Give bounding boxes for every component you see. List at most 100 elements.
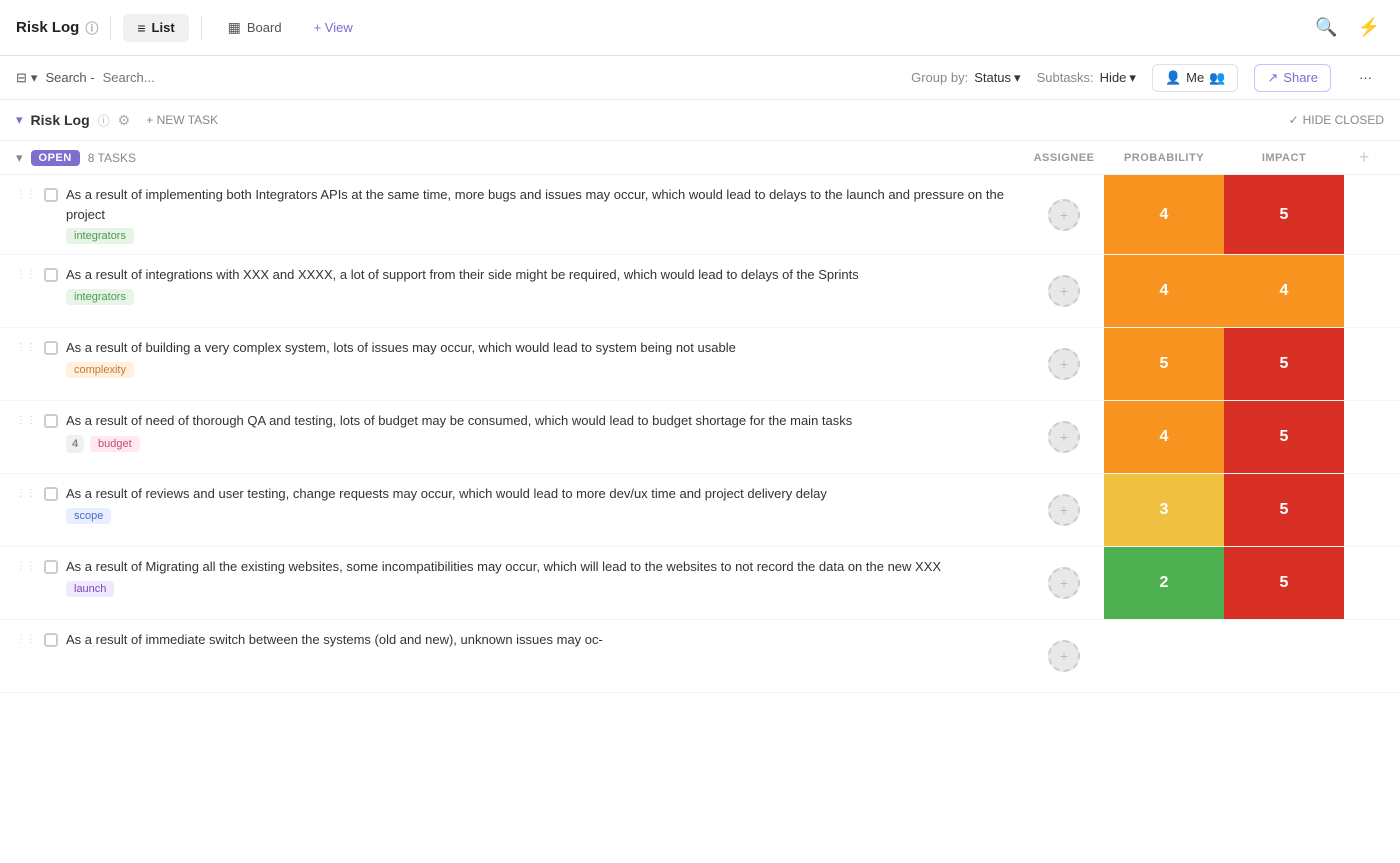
task-assignee[interactable]: + bbox=[1024, 401, 1104, 473]
avatar[interactable]: + bbox=[1048, 421, 1080, 453]
add-view-button[interactable]: + View bbox=[304, 14, 363, 41]
drag-handle[interactable]: ⋮⋮ bbox=[16, 634, 36, 645]
task-details: As a result of integrations with XXX and… bbox=[66, 265, 1024, 305]
task-tags: complexity bbox=[66, 362, 1024, 378]
table-row: ⋮⋮ As a result of implementing both Inte… bbox=[0, 175, 1400, 255]
avatar[interactable]: + bbox=[1048, 494, 1080, 526]
list-icon: ≡ bbox=[137, 20, 145, 36]
task-col-add bbox=[1344, 175, 1384, 254]
task-probability: 4 bbox=[1104, 255, 1224, 327]
task-checkbox[interactable] bbox=[44, 341, 58, 355]
task-tag-integrators[interactable]: integrators bbox=[66, 289, 134, 305]
probability-cell: 4 bbox=[1104, 255, 1224, 327]
col-header-probability: PROBABILITY bbox=[1104, 152, 1224, 164]
hide-closed-button[interactable]: ✓ HIDE CLOSED bbox=[1289, 113, 1384, 127]
task-checkbox[interactable] bbox=[44, 560, 58, 574]
task-text[interactable]: As a result of immediate switch between … bbox=[66, 630, 1024, 650]
task-checkbox[interactable] bbox=[44, 188, 58, 202]
me-button[interactable]: 👤 Me 👥 bbox=[1152, 64, 1238, 92]
nav-divider-1 bbox=[110, 16, 111, 40]
task-assignee[interactable]: + bbox=[1024, 474, 1104, 546]
avatar[interactable]: + bbox=[1048, 275, 1080, 307]
col-header-task: ▾ OPEN 8 TASKS bbox=[16, 150, 1024, 166]
task-assignee[interactable]: + bbox=[1024, 547, 1104, 619]
probability-cell bbox=[1104, 620, 1224, 692]
lightning-icon[interactable]: ⚡ bbox=[1354, 13, 1384, 42]
task-probability bbox=[1104, 620, 1224, 692]
task-tag-integrators[interactable]: integrators bbox=[66, 228, 134, 244]
share-button[interactable]: ↗ Share bbox=[1254, 64, 1331, 92]
task-tags: integrators bbox=[66, 289, 1024, 305]
subtasks-value[interactable]: Hide ▾ bbox=[1100, 70, 1136, 86]
more-button[interactable]: ··· bbox=[1347, 65, 1384, 90]
avatar[interactable]: + bbox=[1048, 640, 1080, 672]
task-tag-launch[interactable]: launch bbox=[66, 581, 114, 597]
drag-handle[interactable]: ⋮⋮ bbox=[16, 561, 36, 572]
risk-log-info-icon[interactable]: ⓘ bbox=[98, 112, 110, 129]
task-text[interactable]: As a result of implementing both Integra… bbox=[66, 185, 1024, 224]
task-badge: 4 bbox=[66, 435, 84, 453]
task-impact: 5 bbox=[1224, 474, 1344, 546]
task-text[interactable]: As a result of reviews and user testing,… bbox=[66, 484, 1024, 504]
task-details: As a result of immediate switch between … bbox=[66, 630, 1024, 654]
risk-log-header: ▾ Risk Log ⓘ ⚙ + NEW TASK ✓ HIDE CLOSED bbox=[0, 100, 1400, 141]
task-col-add bbox=[1344, 620, 1384, 692]
drag-handle[interactable]: ⋮⋮ bbox=[16, 342, 36, 353]
col-header-assignee: ASSIGNEE bbox=[1024, 152, 1104, 164]
task-text[interactable]: As a result of Migrating all the existin… bbox=[66, 557, 1024, 577]
avatar[interactable]: + bbox=[1048, 199, 1080, 231]
task-content-area: ⋮⋮ As a result of implementing both Inte… bbox=[16, 175, 1024, 254]
group-by-label: Group by: bbox=[911, 70, 968, 85]
col-header-add[interactable]: + bbox=[1344, 147, 1384, 168]
new-task-button[interactable]: + NEW TASK bbox=[138, 110, 226, 130]
drag-handle[interactable]: ⋮⋮ bbox=[16, 269, 36, 280]
task-impact bbox=[1224, 620, 1344, 692]
filter-button[interactable]: ⊟ ▾ bbox=[16, 70, 37, 86]
impact-cell: 5 bbox=[1224, 401, 1344, 473]
task-probability: 3 bbox=[1104, 474, 1224, 546]
drag-handle[interactable]: ⋮⋮ bbox=[16, 415, 36, 426]
top-nav: Risk Log ⓘ ≡ List ▦ Board + View 🔍 ⚡ bbox=[0, 0, 1400, 56]
task-impact: 4 bbox=[1224, 255, 1344, 327]
open-collapse-icon[interactable]: ▾ bbox=[16, 150, 23, 166]
drag-handle[interactable]: ⋮⋮ bbox=[16, 189, 36, 200]
tab-board[interactable]: ▦ Board bbox=[214, 13, 296, 42]
collapse-icon[interactable]: ▾ bbox=[16, 112, 23, 128]
task-assignee[interactable]: + bbox=[1024, 328, 1104, 400]
task-impact: 5 bbox=[1224, 547, 1344, 619]
task-details: As a result of implementing both Integra… bbox=[66, 185, 1024, 244]
task-tag-budget[interactable]: budget bbox=[90, 436, 140, 452]
task-tag-complexity[interactable]: complexity bbox=[66, 362, 134, 378]
task-checkbox[interactable] bbox=[44, 633, 58, 647]
risk-log-gear-icon[interactable]: ⚙ bbox=[118, 112, 131, 129]
task-checkbox[interactable] bbox=[44, 268, 58, 282]
col-header-impact: IMPACT bbox=[1224, 152, 1344, 164]
project-info-icon[interactable]: ⓘ bbox=[85, 18, 98, 37]
me-group-icon: 👥 bbox=[1209, 70, 1225, 86]
tab-list[interactable]: ≡ List bbox=[123, 14, 188, 42]
probability-cell: 5 bbox=[1104, 328, 1224, 400]
task-assignee[interactable]: + bbox=[1024, 620, 1104, 692]
table-row: ⋮⋮ As a result of immediate switch betwe… bbox=[0, 620, 1400, 693]
group-by-chevron: ▾ bbox=[1014, 70, 1021, 86]
task-assignee[interactable]: + bbox=[1024, 175, 1104, 254]
task-checkbox[interactable] bbox=[44, 487, 58, 501]
add-column-icon[interactable]: + bbox=[1359, 147, 1370, 167]
task-assignee[interactable]: + bbox=[1024, 255, 1104, 327]
task-text[interactable]: As a result of need of thorough QA and t… bbox=[66, 411, 1024, 431]
task-impact: 5 bbox=[1224, 328, 1344, 400]
task-content-area: ⋮⋮ As a result of reviews and user testi… bbox=[16, 474, 1024, 546]
task-checkbox[interactable] bbox=[44, 414, 58, 428]
avatar[interactable]: + bbox=[1048, 567, 1080, 599]
impact-cell: 4 bbox=[1224, 255, 1344, 327]
search-icon[interactable]: 🔍 bbox=[1311, 13, 1341, 42]
task-content-area: ⋮⋮ As a result of immediate switch betwe… bbox=[16, 620, 1024, 692]
task-text[interactable]: As a result of integrations with XXX and… bbox=[66, 265, 1024, 285]
group-by-value[interactable]: Status ▾ bbox=[974, 70, 1020, 86]
search-input[interactable] bbox=[103, 70, 263, 85]
task-text[interactable]: As a result of building a very complex s… bbox=[66, 338, 1024, 358]
task-tag-scope[interactable]: scope bbox=[66, 508, 111, 524]
avatar[interactable]: + bbox=[1048, 348, 1080, 380]
probability-cell: 2 bbox=[1104, 547, 1224, 619]
drag-handle[interactable]: ⋮⋮ bbox=[16, 488, 36, 499]
